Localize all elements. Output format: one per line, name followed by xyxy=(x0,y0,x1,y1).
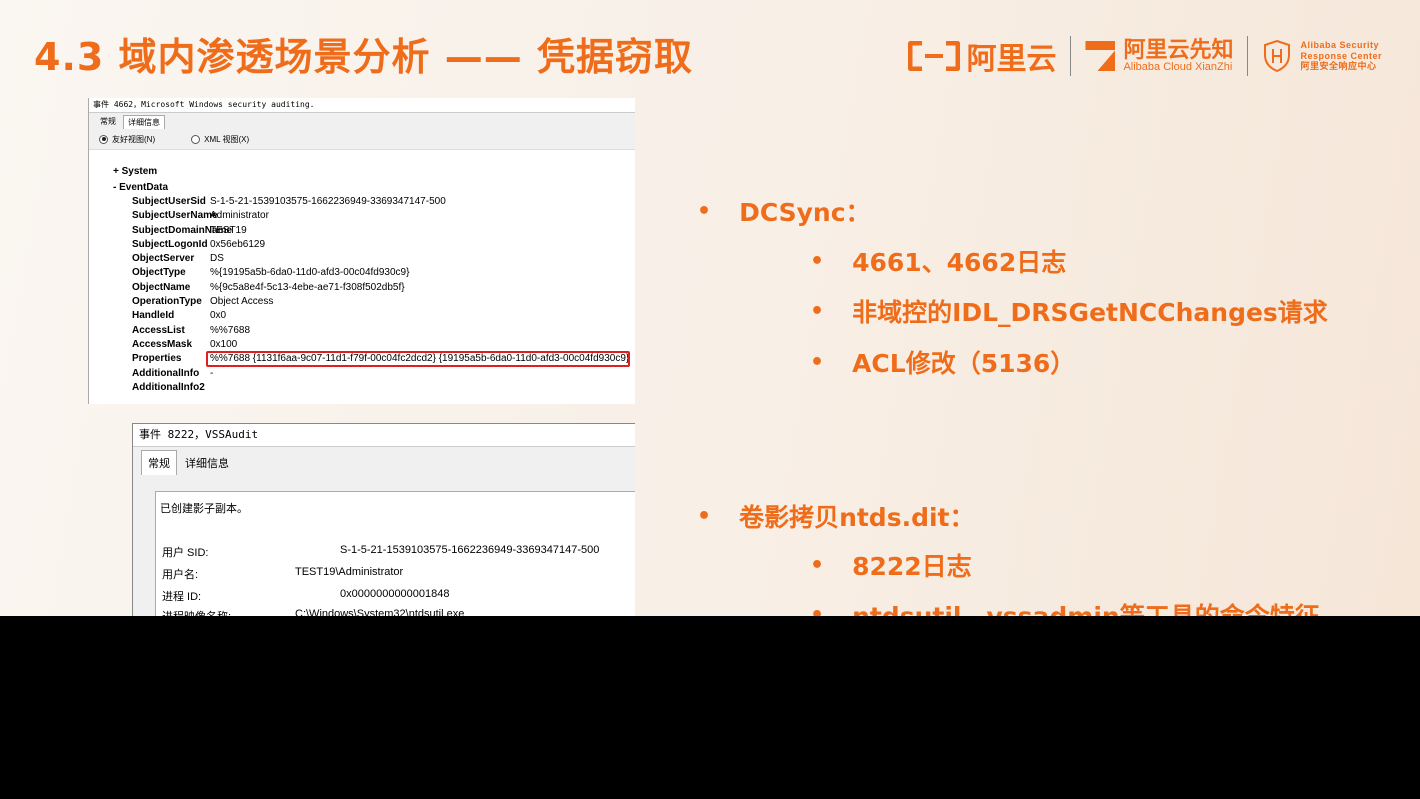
radio-checked-icon xyxy=(99,134,108,144)
bullet-dot: • xyxy=(810,552,825,578)
event-message: 已创建影子副本。 xyxy=(160,503,248,515)
tab-general[interactable]: 常规 xyxy=(141,450,177,475)
radio-unchecked-icon xyxy=(191,134,201,144)
event-4662-window: 事件 4662，Microsoft Windows security audit… xyxy=(88,98,635,404)
field-value: TEST19\Administrator xyxy=(295,566,404,578)
tab-bar: 常规 详细信息 xyxy=(133,447,635,475)
tab-bar: 常规 详细信息 xyxy=(89,113,635,129)
aliyun-logo: 阿里云 xyxy=(908,34,1056,78)
xianzhi-cn: 阿里云先知 xyxy=(1123,37,1234,63)
bullet-dot: • xyxy=(810,248,825,274)
tab-details[interactable]: 详细信息 xyxy=(123,115,165,129)
asrc-cn: 阿里安全响应中心 xyxy=(1300,61,1377,72)
table-row: SubjectUserName Administrator xyxy=(132,210,269,222)
window-title: 事件 8222，VSSAudit xyxy=(133,424,635,447)
bullet-text: ACL修改（5136） xyxy=(852,349,1076,378)
table-row: HandleId 0x0 xyxy=(132,310,227,322)
table-row: AccessList %%7688 xyxy=(132,324,251,336)
tab-general[interactable]: 常规 xyxy=(95,114,121,129)
sub-bullet: • ACL修改（5136） xyxy=(810,344,1075,380)
view-mode-radios: 友好视图(N) XML 视图(X) xyxy=(89,129,635,150)
field-value: C:\Windows\System32\ntdsutil.exe xyxy=(295,608,465,616)
logo-bar: 阿里云 阿里云先知 Alibaba Cloud XianZhi Alibaba … xyxy=(908,34,1382,78)
table-row: ObjectName %{9c5a8e4f-5c13-4ebe-ae71-f308… xyxy=(132,281,405,293)
radio-label: 友好视图(N) xyxy=(112,134,156,144)
field-value: 0x0000000000001848 xyxy=(340,588,450,600)
bullet-text: 8222日志 xyxy=(852,552,972,581)
bullet-dot: • xyxy=(697,503,712,529)
table-row: SubjectUserSid S-1-5-21-1539103575-166223… xyxy=(132,196,446,207)
event-8222-window: 事件 8222，VSSAudit 常规 详细信息 已创建影子副本。 用户 SID… xyxy=(132,423,635,616)
bullet-dot: • xyxy=(697,198,712,224)
table-row: SubjectDomainName TEST19 xyxy=(132,224,247,236)
xianzhi-en: Alibaba Cloud XianZhi xyxy=(1123,60,1233,73)
logo-separator xyxy=(1070,36,1072,76)
shield-icon xyxy=(1264,39,1291,73)
slide-title: 4.3 域内渗透场景分析 —— 凭据窃取 xyxy=(34,35,694,79)
sub-bullet: • ntdsutil、vssadmin等工具的命令特征 xyxy=(810,597,1320,616)
sub-bullet: • 非域控的IDL_DRSGetNCChanges请求 xyxy=(810,293,1328,329)
properties-highlight-box xyxy=(206,351,630,367)
xianzhi-logo: 阿里云先知 Alibaba Cloud XianZhi xyxy=(1085,39,1233,74)
table-row: OperationType Object Access xyxy=(132,296,274,308)
field-label: 用户名: xyxy=(162,569,199,581)
table-row: ObjectServer DS xyxy=(132,253,224,265)
event-message-panel: 已创建影子副本。 用户 SID: S-1-5-21-1539103575-166… xyxy=(155,491,635,616)
radio-label: XML 视图(X) xyxy=(204,134,250,144)
asrc-logo: Alibaba Security Response Center 阿里安全响应中… xyxy=(1262,39,1382,73)
asrc-line1: Alibaba Security xyxy=(1300,40,1379,51)
table-row: ObjectType %{19195a5b-6da0-11d0-afd3-00c0… xyxy=(132,267,410,279)
table-row: SubjectLogonId 0x56eb6129 xyxy=(132,238,266,250)
bullet-dot: • xyxy=(810,298,825,324)
sub-bullet: • 4661、4662日志 xyxy=(810,243,1066,279)
asrc-line2: Response Center xyxy=(1300,50,1382,61)
bullet-text: 4661、4662日志 xyxy=(852,248,1067,277)
bullet-text: ntdsutil、vssadmin等工具的命令特征 xyxy=(852,597,1320,616)
field-label: 用户 SID: xyxy=(162,547,209,559)
bullet-text: 卷影拷贝ntds.dit： xyxy=(739,503,975,532)
bullet-ntds: • 卷影拷贝ntds.dit： xyxy=(697,498,975,534)
slide: 4.3 域内渗透场景分析 —— 凭据窃取 阿里云 阿里云先知 Alibaba C… xyxy=(0,0,1420,616)
sub-bullet: • 8222日志 xyxy=(810,547,972,583)
bullet-text: 非域控的IDL_DRSGetNCChanges请求 xyxy=(852,298,1328,327)
table-row: AdditionalInfo2 xyxy=(132,381,205,393)
bullet-dot: • xyxy=(810,349,825,375)
bullet-dot: • xyxy=(810,602,825,617)
radio-friendly-view[interactable]: 友好视图(N) xyxy=(99,134,155,145)
tree-node-eventdata[interactable]: - EventData xyxy=(113,180,168,196)
field-label: 进程映像名称: xyxy=(162,608,231,616)
tree-node-system[interactable]: + System xyxy=(113,164,168,180)
table-row: AdditionalInfo - xyxy=(132,367,214,379)
bullet-text: DCSync： xyxy=(739,198,871,227)
aliyun-mark-icon xyxy=(908,41,961,71)
field-label: 进程 ID: xyxy=(162,591,202,603)
window-title: 事件 4662，Microsoft Windows security audit… xyxy=(89,98,635,113)
radio-xml-view[interactable]: XML 视图(X) xyxy=(191,134,249,145)
aliyun-text: 阿里云 xyxy=(966,42,1057,77)
bullet-dcsync: • DCSync： xyxy=(697,193,871,229)
tab-details[interactable]: 详细信息 xyxy=(179,451,235,475)
field-value: S-1-5-21-1539103575-1662236949-336934714… xyxy=(340,544,600,556)
logo-separator xyxy=(1247,36,1249,76)
xianzhi-mark-icon xyxy=(1085,40,1116,71)
